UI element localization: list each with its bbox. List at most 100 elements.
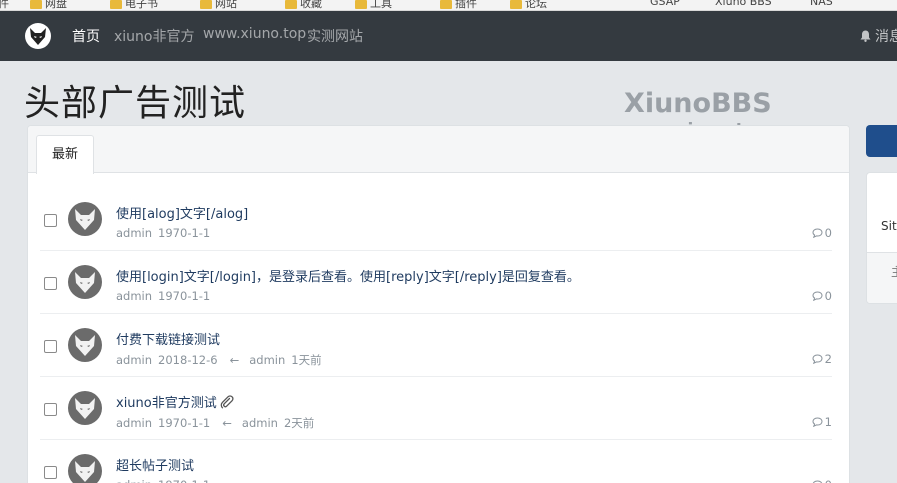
thread-checkbox[interactable]: [44, 277, 57, 290]
bookmark-label: 电子书: [125, 0, 158, 10]
thread-row[interactable]: 使用[alog]文字[/alog] admin 1970-1-1 0: [40, 188, 832, 251]
thread-list-card: 最新 使用[alog]文字[/alog] admin 1970-1-1 0 使用[…: [27, 125, 850, 483]
bookmark-label: 网站: [215, 0, 237, 10]
site-info-footer-label[interactable]: 主: [891, 263, 897, 280]
watermark-title: XiunoBBS: [624, 88, 772, 119]
comment-icon: [812, 417, 823, 427]
reply-count-value: 0: [825, 478, 832, 483]
thread-author[interactable]: admin: [116, 478, 152, 483]
thread-author[interactable]: admin: [116, 226, 152, 240]
bookmark-label: 收藏: [300, 0, 322, 10]
comment-icon: [812, 291, 823, 301]
thread-checkbox[interactable]: [44, 403, 57, 416]
last-reply-arrow: ←: [222, 416, 232, 430]
folder-icon: [440, 0, 452, 9]
bookmark-item[interactable]: NAS: [810, 0, 833, 8]
thread-checkbox[interactable]: [44, 340, 57, 353]
paperclip-icon: [220, 395, 234, 409]
reply-count: 0: [812, 289, 832, 303]
thread-author[interactable]: admin: [116, 353, 152, 367]
wolf-logo-icon: [30, 28, 46, 45]
avatar[interactable]: [68, 202, 102, 236]
folder-icon: [200, 0, 212, 9]
bookmark-item[interactable]: 论坛: [510, 0, 547, 10]
bookmark-item[interactable]: 电子书: [110, 0, 158, 10]
folder-icon: [510, 0, 522, 9]
reply-count-value: 2: [824, 352, 832, 366]
last-reply-time: 1天前: [291, 353, 322, 367]
thread-author[interactable]: admin: [116, 416, 152, 430]
thread-subject[interactable]: 使用[alog]文字[/alog]: [116, 203, 248, 222]
thread-meta: admin 1970-1-1: [116, 226, 216, 240]
thread-row[interactable]: 付费下载链接测试 admin 2018-12-6 ← admin 1天前 2: [40, 314, 832, 377]
avatar[interactable]: [68, 265, 102, 299]
wolf-avatar-icon: [75, 209, 95, 230]
reply-count-value: 0: [824, 289, 832, 303]
wolf-avatar-icon: [75, 272, 95, 293]
thread-meta: admin 1970-1-1: [116, 289, 216, 303]
reply-count: 2: [812, 352, 832, 366]
thread-checkbox[interactable]: [44, 214, 57, 227]
reply-count-value: 1: [824, 415, 832, 429]
bookmark-label: NAS: [810, 0, 833, 8]
new-thread-button[interactable]: [866, 125, 897, 157]
thread-row[interactable]: 超长帖子测试 admin 1970-1-1 0: [40, 440, 832, 483]
nav-messages[interactable]: 消息: [860, 26, 897, 46]
nav-home[interactable]: 首页: [72, 26, 100, 46]
avatar[interactable]: [68, 454, 102, 483]
thread-subject[interactable]: 使用[login]文字[/login]，是登录后查看。使用[reply]文字[/…: [116, 266, 580, 285]
bookmark-item[interactable]: 插件: [440, 0, 477, 10]
bookmarks-bar: 件 网盘 电子书 网站 收藏 工具 插件 论坛 GSAP Xiuno BBS N…: [0, 0, 897, 11]
bookmark-item[interactable]: 收藏: [285, 0, 322, 10]
wolf-avatar-icon: [75, 461, 95, 482]
bookmark-item[interactable]: 网站: [200, 0, 237, 10]
folder-icon: [30, 0, 42, 9]
site-info-label: Site: [881, 219, 897, 233]
thread-subject[interactable]: 付费下载链接测试: [116, 329, 220, 348]
reply-count-value: 0: [824, 226, 832, 240]
nav-xiuno-unofficial[interactable]: xiuno非官方: [114, 26, 195, 46]
last-reply-user[interactable]: admin: [249, 353, 285, 367]
last-reply-arrow: ←: [229, 353, 240, 367]
bookmark-label: Xiuno BBS: [715, 0, 772, 8]
bookmark-item[interactable]: 工具: [355, 0, 392, 10]
bookmark-label: 插件: [455, 0, 477, 10]
thread-meta: admin 1970-1-1 ← admin 2天前: [116, 415, 320, 431]
bookmark-label: 论坛: [525, 0, 547, 10]
thread-row[interactable]: 使用[login]文字[/login]，是登录后查看。使用[reply]文字[/…: [40, 251, 832, 314]
reply-count: 0: [812, 226, 832, 240]
reply-count: 0: [812, 478, 832, 483]
bookmark-label: 工具: [370, 0, 392, 10]
thread-meta: admin 1970-1-1: [116, 478, 216, 483]
avatar[interactable]: [68, 391, 102, 425]
thread-subject[interactable]: xiuno非官方测试: [116, 392, 234, 411]
thread-checkbox[interactable]: [44, 466, 57, 479]
nav-test-site[interactable]: 实测网站: [307, 26, 363, 46]
messages-label: 消息: [875, 29, 897, 45]
tab-latest[interactable]: 最新: [36, 135, 94, 174]
last-reply-user[interactable]: admin: [242, 416, 278, 430]
bookmark-item[interactable]: 件: [0, 0, 9, 10]
wolf-avatar-icon: [75, 335, 95, 356]
folder-icon: [355, 0, 367, 9]
thread-author[interactable]: admin: [116, 289, 152, 303]
nav-xiuno-top[interactable]: www.xiuno.top: [203, 26, 306, 42]
last-reply-time: 2天前: [283, 416, 315, 430]
bookmark-item[interactable]: GSAP: [650, 0, 680, 8]
page-title: 头部广告测试: [24, 83, 247, 124]
bookmark-label: 网盘: [45, 0, 67, 10]
site-info-body: Site: [867, 173, 897, 253]
thread-subject[interactable]: 超长帖子测试: [116, 455, 194, 474]
bookmark-item[interactable]: Xiuno BBS: [715, 0, 772, 8]
thread-meta: admin 2018-12-6 ← admin 1天前: [116, 352, 328, 368]
avatar[interactable]: [68, 328, 102, 362]
bookmark-label: 件: [0, 0, 9, 10]
bookmark-item[interactable]: 网盘: [30, 0, 67, 10]
thread-row[interactable]: xiuno非官方测试 admin 1970-1-1 ← admin 2天前 1: [40, 377, 832, 440]
reply-count: 1: [812, 415, 832, 429]
thread-date: 1970-1-1: [158, 416, 211, 430]
thread-subject-text: xiuno非官方测试: [116, 396, 217, 411]
site-logo[interactable]: [25, 23, 51, 49]
site-info-card: Site 主: [866, 172, 897, 304]
bookmark-label: GSAP: [650, 0, 680, 8]
